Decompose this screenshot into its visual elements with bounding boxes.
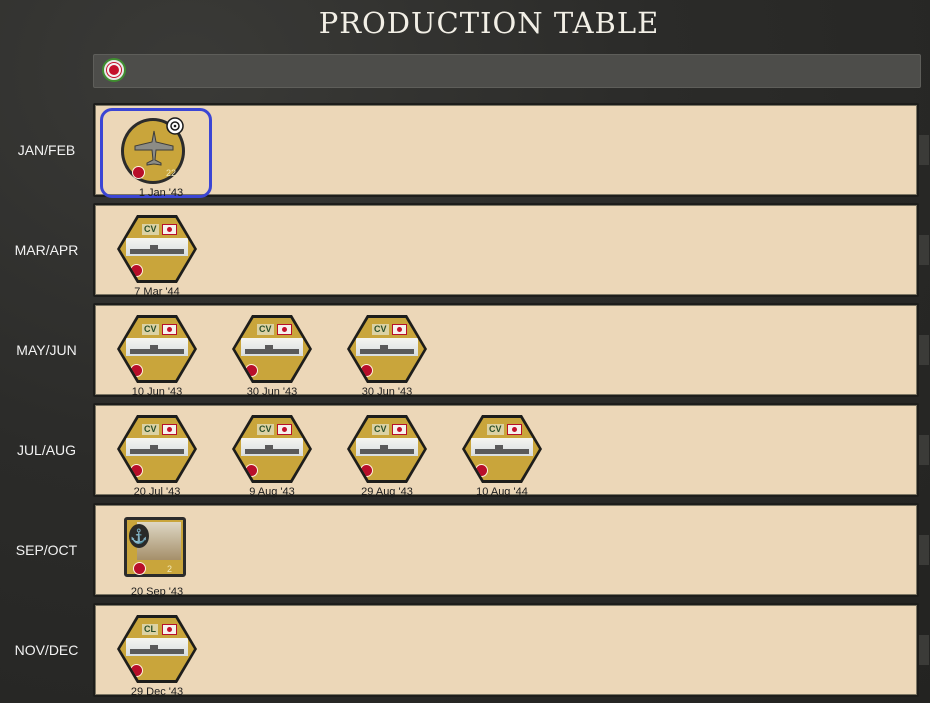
- unit-counter-ship[interactable]: CV 9 Aug '43: [212, 407, 312, 498]
- row-jul-aug: CV 20 Jul '43 CV 9 Aug '43 CV 29 Aug '43…: [93, 403, 929, 498]
- unit-date: 10 Jun '43: [131, 386, 183, 398]
- japan-flag-icon: [392, 324, 407, 335]
- unit-strength: 22: [166, 168, 177, 178]
- unit-date: 29 Aug '43: [361, 486, 413, 498]
- japan-flag-icon: [162, 324, 177, 335]
- unit-date: 20 Sep '43: [130, 586, 184, 598]
- unit-counter-ship[interactable]: CV 7 Mar '44: [97, 207, 197, 298]
- japan-flag-icon: [162, 224, 177, 235]
- unit-date: 10 Aug '44: [476, 486, 528, 498]
- nation-pip-icon: [133, 562, 146, 575]
- japan-flag-icon: [277, 424, 292, 435]
- unit-date: 9 Aug '43: [249, 486, 295, 498]
- unit-class: CL: [142, 624, 158, 635]
- row-label-jan-feb: JAN/FEB: [17, 142, 76, 158]
- anchor-icon: ⚓: [129, 524, 149, 548]
- ship-icon: [475, 445, 529, 454]
- row-nov-dec: CL 29 Dec '43: [93, 603, 929, 698]
- nation-pip-icon: [360, 364, 373, 377]
- unit-date: 7 Mar '44: [134, 286, 180, 298]
- nation-pip-icon: [132, 166, 145, 179]
- ship-icon: [130, 645, 184, 654]
- unit-counter-ship[interactable]: CV 30 Jun '43: [212, 307, 312, 398]
- unit-date: 30 Jun '43: [246, 386, 298, 398]
- unit-class: CV: [487, 424, 504, 435]
- unit-class: CV: [372, 324, 389, 335]
- ship-icon: [245, 445, 299, 454]
- ship-icon: [130, 245, 184, 254]
- nation-pip-icon: [245, 464, 258, 477]
- unit-date: 29 Dec '43: [130, 686, 184, 698]
- japan-flag-icon: [392, 424, 407, 435]
- japan-flag-icon: [162, 424, 177, 435]
- row-jan-feb: 22 1 Jan '43: [93, 103, 929, 199]
- japan-flag-icon: [507, 424, 522, 435]
- japan-flag-icon: [277, 324, 292, 335]
- unit-class: CV: [142, 424, 159, 435]
- unit-class: CV: [257, 324, 274, 335]
- row-label-nov-dec: NOV/DEC: [14, 642, 79, 658]
- row-label-may-jun: MAY/JUN: [16, 342, 77, 358]
- unit-counter-ship[interactable]: CV 10 Jun '43: [97, 307, 197, 398]
- unit-counter-aircraft[interactable]: 22 1 Jan '43: [101, 108, 185, 199]
- nation-pip-icon: [130, 464, 143, 477]
- row-label-sep-oct: SEP/OCT: [15, 542, 78, 558]
- unit-class: CV: [372, 424, 389, 435]
- row-label-jul-aug: JUL/AUG: [16, 442, 77, 458]
- nation-pip-icon: [475, 464, 488, 477]
- nation-pip-icon: [130, 364, 143, 377]
- row-label-mar-apr: MAR/APR: [14, 242, 79, 258]
- unit-counter-infantry[interactable]: ⚓ 2 20 Sep '43: [101, 507, 186, 598]
- unit-strength: 2: [167, 564, 173, 574]
- row-sep-oct: ⚓ 2 20 Sep '43: [93, 503, 929, 598]
- target-icon: [166, 117, 184, 135]
- nation-pip-icon: [130, 664, 143, 677]
- row-mar-apr: CV 7 Mar '44: [93, 203, 929, 298]
- row-may-jun: CV 10 Jun '43 CV 30 Jun '43 CV 30 Jun '4…: [93, 303, 929, 398]
- japan-flag-icon: [162, 624, 177, 635]
- nation-pip-icon: [360, 464, 373, 477]
- nation-pip-icon: [245, 364, 258, 377]
- unit-date: 30 Jun '43: [361, 386, 413, 398]
- ship-icon: [130, 345, 184, 354]
- japan-flag-icon[interactable]: [102, 58, 126, 82]
- ship-icon: [130, 445, 184, 454]
- unit-class: CV: [142, 324, 159, 335]
- faction-bar: [93, 54, 921, 88]
- ship-icon: [360, 445, 414, 454]
- unit-date: 20 Jul '43: [133, 486, 181, 498]
- unit-counter-ship[interactable]: CV 30 Jun '43: [327, 307, 427, 398]
- unit-counter-ship[interactable]: CV 29 Aug '43: [327, 407, 427, 498]
- unit-counter-ship[interactable]: CV 20 Jul '43: [97, 407, 197, 498]
- unit-counter-ship[interactable]: CL 29 Dec '43: [97, 607, 197, 698]
- nation-pip-icon: [130, 264, 143, 277]
- unit-date: 1 Jan '43: [138, 187, 184, 199]
- unit-class: CV: [142, 224, 159, 235]
- unit-counter-ship[interactable]: CV 10 Aug '44: [442, 407, 542, 498]
- page-title: PRODUCTION TABLE: [318, 6, 660, 40]
- ship-icon: [245, 345, 299, 354]
- unit-class: CV: [257, 424, 274, 435]
- ship-icon: [360, 345, 414, 354]
